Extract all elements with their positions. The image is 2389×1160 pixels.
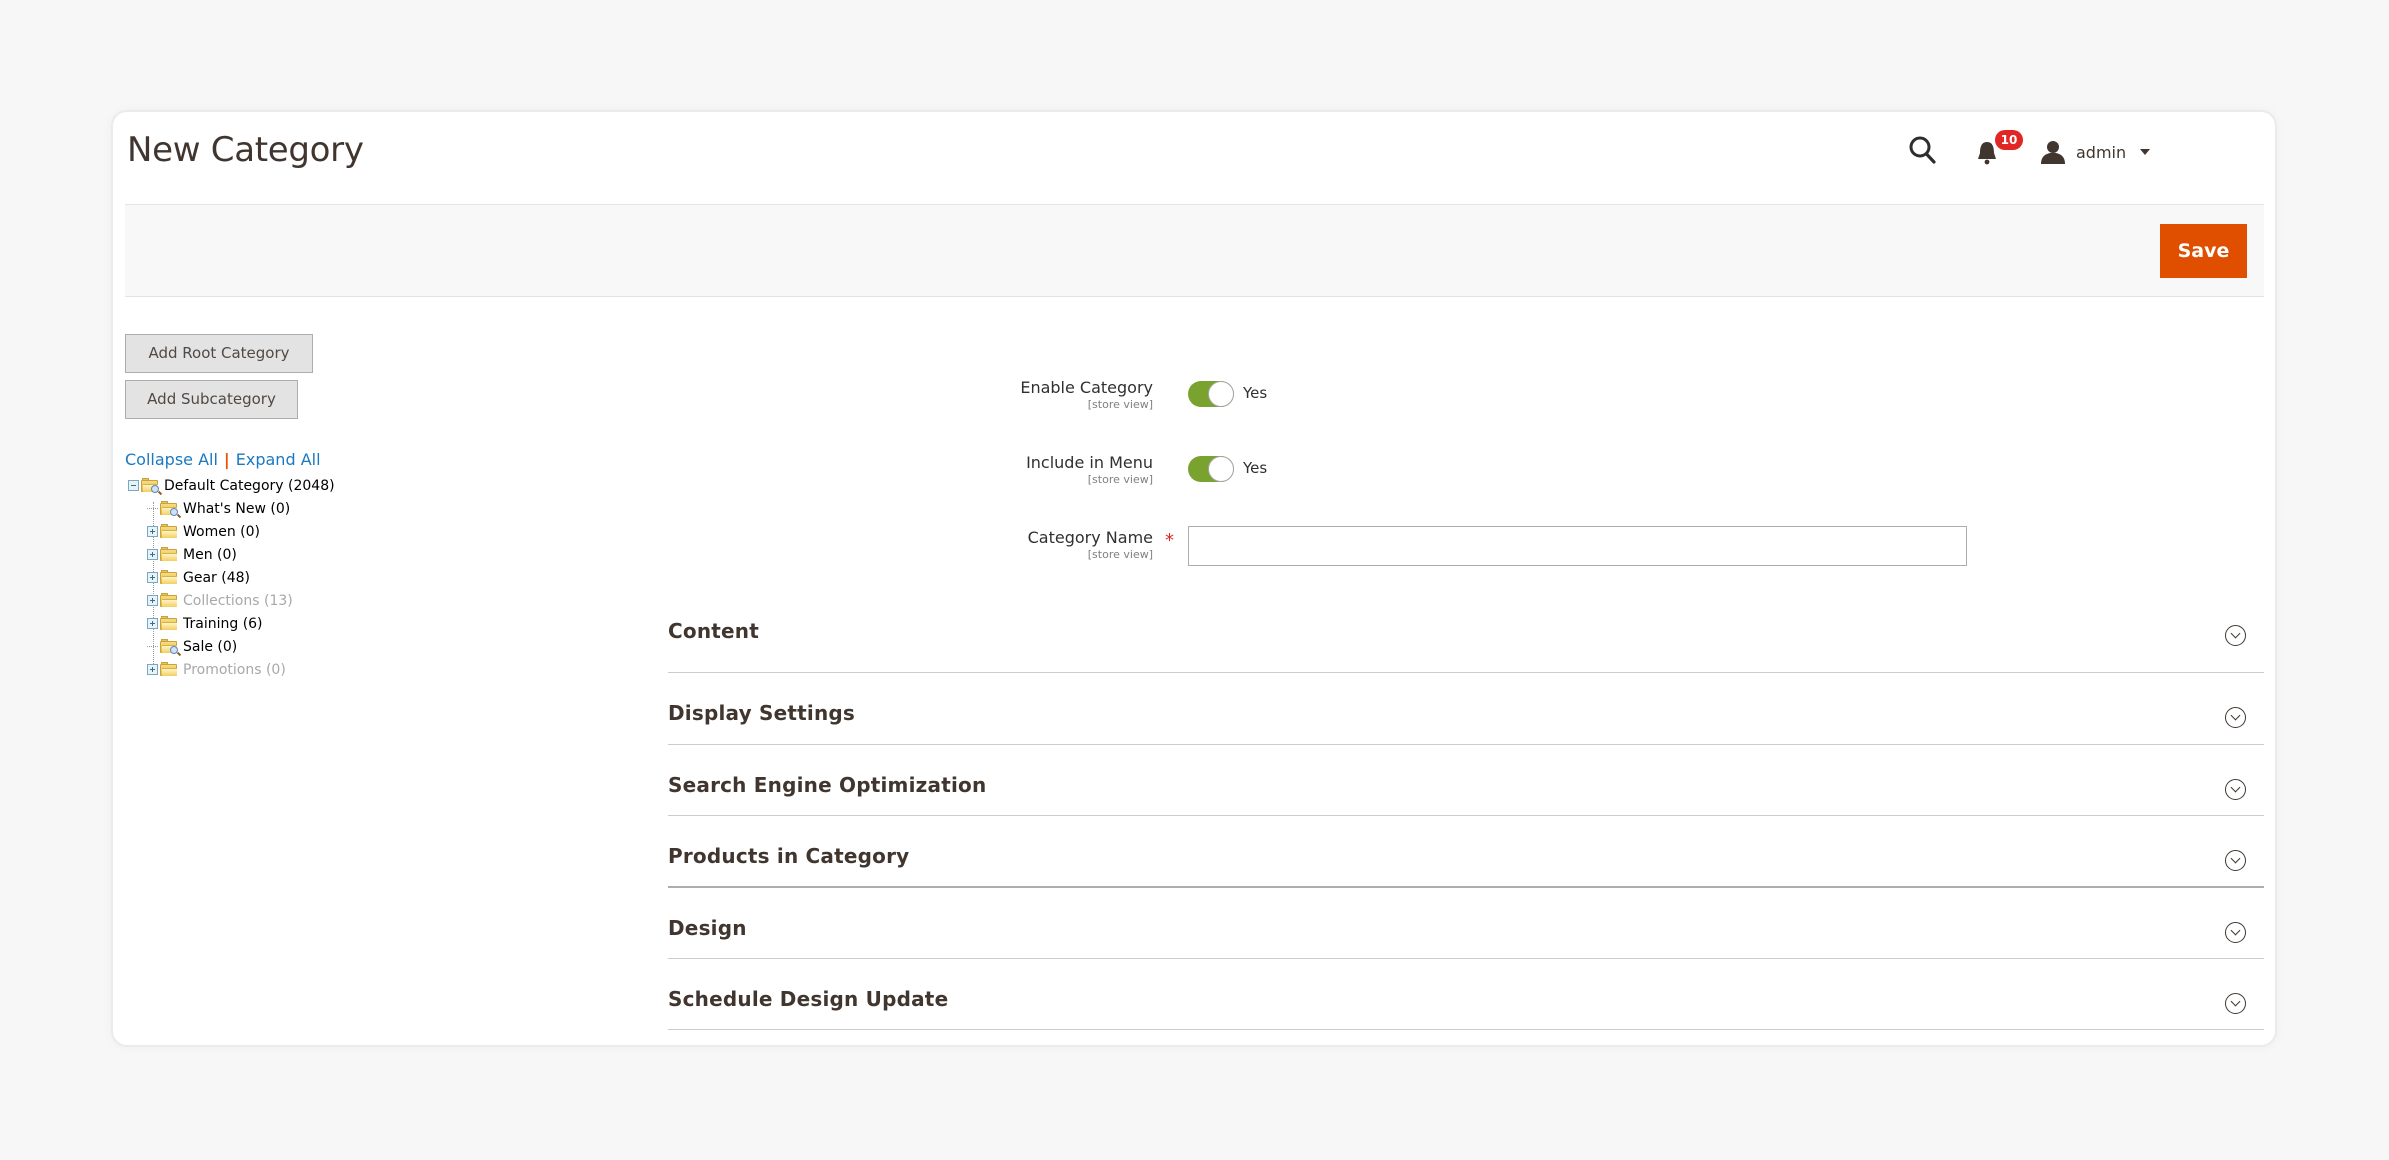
field-include-in-menu: Include in Menu [store view] Yes — [653, 453, 2153, 493]
chevron-down-circle-icon[interactable] — [2225, 778, 2246, 800]
folder-icon — [160, 615, 179, 631]
tree-node-sale[interactable]: Sale (0) — [125, 635, 525, 658]
folder-icon — [160, 661, 179, 677]
tree-node-label[interactable]: What's New (0) — [183, 501, 290, 517]
chevron-down-circle-icon[interactable] — [2225, 707, 2246, 729]
collapse-node-icon[interactable] — [128, 480, 139, 491]
tree-node-label[interactable]: Training (6) — [183, 616, 263, 632]
tree-node-collections[interactable]: Collections (13) — [125, 589, 525, 612]
field-enable-category: Enable Category [store view] Yes — [653, 378, 2153, 418]
folder-icon — [160, 546, 179, 562]
include-in-menu-toggle[interactable] — [1188, 456, 1234, 482]
expand-node-icon[interactable] — [147, 664, 158, 675]
field-category-name: Category Name [store view] * — [653, 526, 2153, 568]
required-asterisk-icon: * — [1165, 530, 1174, 551]
folder-search-icon — [141, 477, 160, 493]
expand-node-icon[interactable] — [147, 618, 158, 629]
chevron-down-circle-icon[interactable] — [2225, 921, 2246, 943]
tree-node-gear[interactable]: Gear (48) — [125, 566, 525, 589]
collapse-all-link[interactable]: Collapse All — [125, 450, 218, 469]
expand-node-icon[interactable] — [147, 526, 158, 537]
field-label-group: Category Name [store view] — [653, 528, 1153, 561]
section-title: Display Settings — [668, 701, 856, 726]
tree-node-women[interactable]: Women (0) — [125, 520, 525, 543]
category-name-label: Category Name — [1027, 528, 1153, 547]
section-title: Content — [668, 619, 759, 643]
tree-node-default-category[interactable]: Default Category (2048) — [125, 474, 525, 497]
search-button[interactable] — [1908, 134, 1944, 174]
tree-node-label[interactable]: Men (0) — [183, 547, 237, 563]
search-icon — [1909, 136, 1936, 164]
tree-node-label[interactable]: Women (0) — [183, 524, 260, 540]
link-separator: | — [223, 450, 230, 469]
enable-category-value: Yes — [1243, 384, 1268, 402]
tree-node-promotions[interactable]: Promotions (0) — [125, 658, 525, 681]
tree-node-men[interactable]: Men (0) — [125, 543, 525, 566]
save-button[interactable]: Save — [2160, 224, 2247, 278]
collapsible-sections: Content Display Settings Search Engine O… — [668, 602, 2264, 1031]
field-label-group: Enable Category [store view] — [653, 378, 1153, 411]
tree-node-label[interactable]: Sale (0) — [183, 639, 237, 655]
notification-count-badge: 10 — [1995, 130, 2023, 150]
store-view-scope: [store view] — [1087, 548, 1153, 561]
chevron-down-circle-icon[interactable] — [2225, 850, 2246, 872]
page-actions-bar: Save — [125, 204, 2264, 297]
chevron-down-circle-icon[interactable] — [2225, 625, 2246, 646]
tree-connector — [147, 498, 158, 509]
chevron-down-circle-icon[interactable] — [2225, 992, 2246, 1014]
tree-connector — [147, 636, 158, 647]
section-title: Design — [668, 915, 747, 940]
include-in-menu-label: Include in Menu — [1026, 453, 1153, 472]
category-tree: Default Category (2048) What's New (0) W… — [125, 474, 525, 681]
folder-icon — [160, 523, 179, 539]
store-view-scope: [store view] — [1087, 398, 1153, 411]
include-in-menu-value: Yes — [1243, 459, 1268, 477]
category-name-input[interactable] — [1188, 526, 1967, 566]
folder-icon — [160, 592, 179, 608]
tree-node-whats-new[interactable]: What's New (0) — [125, 497, 525, 520]
tree-node-training[interactable]: Training (6) — [125, 612, 525, 635]
enable-category-toggle[interactable] — [1188, 381, 1234, 407]
folder-search-icon — [160, 500, 179, 516]
add-subcategory-button[interactable]: Add Subcategory — [125, 380, 298, 419]
tree-node-label[interactable]: Gear (48) — [183, 570, 250, 586]
expand-all-link[interactable]: Expand All — [236, 450, 321, 469]
tree-node-label[interactable]: Default Category (2048) — [164, 478, 335, 494]
tree-node-label[interactable]: Promotions (0) — [183, 662, 286, 678]
page-title: New Category — [127, 130, 364, 170]
chevron-down-icon — [2140, 149, 2151, 155]
notifications-button[interactable]: 10 — [1975, 130, 2031, 168]
category-edit-panel: New Category 10 admin Save Add Root Cate… — [111, 110, 2277, 1047]
folder-search-icon — [160, 638, 179, 654]
admin-user-menu[interactable]: admin — [2040, 136, 2151, 168]
folder-icon — [160, 569, 179, 585]
section-schedule-design-update[interactable]: Schedule Design Update — [668, 959, 2264, 1031]
section-title: Search Engine Optimization — [668, 772, 987, 797]
section-products-in-category[interactable]: Products in Category — [668, 816, 2264, 888]
user-icon — [2041, 141, 2065, 164]
toggle-knob — [1208, 381, 1234, 407]
section-display-settings[interactable]: Display Settings — [668, 673, 2264, 745]
section-design[interactable]: Design — [668, 888, 2264, 959]
section-title: Schedule Design Update — [668, 986, 949, 1011]
tree-node-label[interactable]: Collections (13) — [183, 593, 293, 609]
toggle-knob — [1208, 456, 1234, 482]
admin-username: admin — [2076, 142, 2127, 162]
expand-node-icon[interactable] — [147, 595, 158, 606]
expand-node-icon[interactable] — [147, 572, 158, 583]
enable-category-label: Enable Category — [1020, 378, 1153, 397]
section-title: Products in Category — [668, 844, 910, 869]
expand-node-icon[interactable] — [147, 549, 158, 560]
add-root-category-button[interactable]: Add Root Category — [125, 334, 313, 373]
store-view-scope: [store view] — [1087, 473, 1153, 486]
field-label-group: Include in Menu [store view] — [653, 453, 1153, 486]
section-search-engine-optimization[interactable]: Search Engine Optimization — [668, 745, 2264, 817]
section-content[interactable]: Content — [668, 602, 2264, 674]
tree-expand-controls: Collapse All | Expand All — [125, 450, 321, 469]
